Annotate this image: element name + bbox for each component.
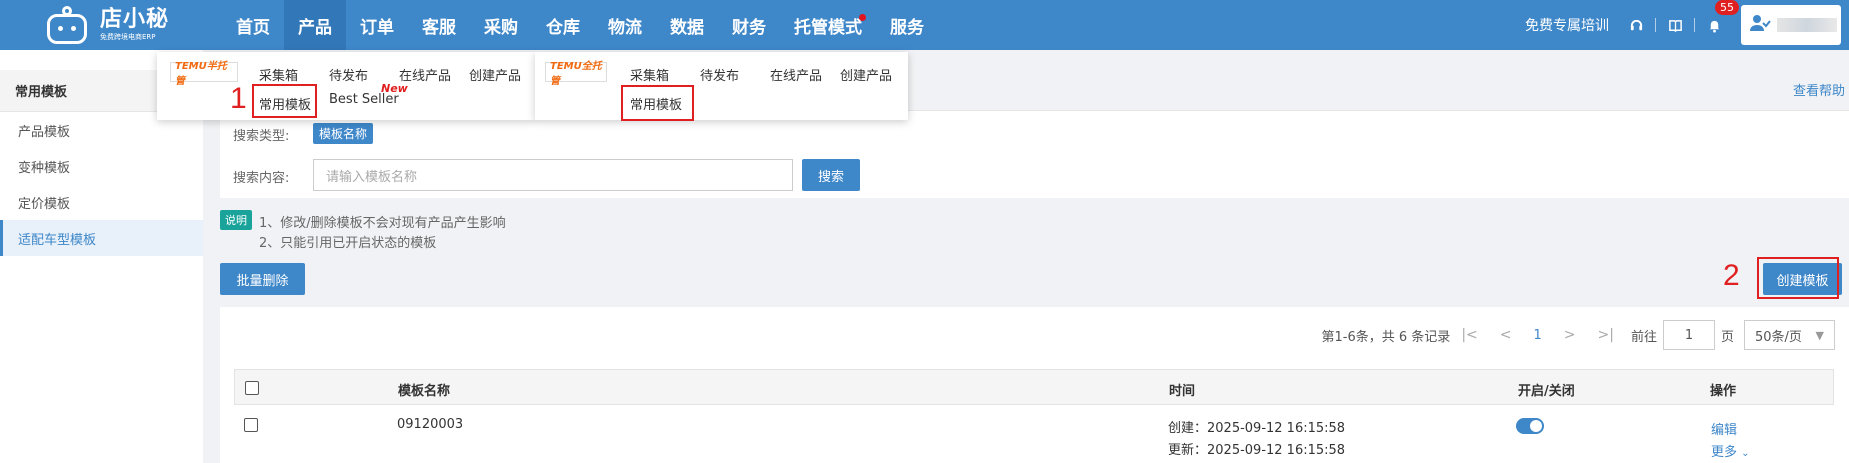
book-icon[interactable] bbox=[1666, 16, 1684, 34]
row-template-name: 09120003 bbox=[397, 417, 464, 432]
nav-orders[interactable]: 订单 bbox=[346, 0, 408, 50]
search-input[interactable]: 请输入模板名称 bbox=[313, 159, 793, 191]
search-content-label: 搜索内容: bbox=[233, 171, 290, 186]
nav-hosting-mode-label: 托管模式 bbox=[794, 17, 862, 38]
logo-subtitle: 免费跨境电商ERP bbox=[100, 33, 156, 41]
sidebar-item-variant-template[interactable]: 变种模板 bbox=[0, 148, 203, 184]
highlight-box-common-templates-1 bbox=[252, 84, 317, 118]
chevron-down-icon: ▼ bbox=[1815, 328, 1824, 342]
highlight-box-create bbox=[1757, 257, 1839, 299]
batch-delete-button[interactable]: 批量删除 bbox=[220, 263, 305, 295]
nav-hosting-mode[interactable]: 托管模式 bbox=[780, 0, 876, 50]
nav-data[interactable]: 数据 bbox=[656, 0, 718, 50]
next-page-icon[interactable]: > bbox=[1564, 327, 1576, 343]
row-edit-link[interactable]: 编辑 bbox=[1711, 419, 1737, 438]
page-unit-label: 页 bbox=[1720, 329, 1734, 345]
username-obscured bbox=[1777, 18, 1837, 32]
main-nav: 首页 产品 订单 客服 采购 仓库 物流 数据 财务 托管模式 服务 bbox=[222, 0, 938, 50]
pagination: 第1-6条，共 6 条记录 |< < 1 > >| 前往 1 页 50条/页 ▼ bbox=[1322, 320, 1835, 350]
robot-logo-icon bbox=[44, 6, 90, 44]
nav-home[interactable]: 首页 bbox=[222, 0, 284, 50]
nav-services[interactable]: 服务 bbox=[876, 0, 938, 50]
last-page-icon[interactable]: >| bbox=[1598, 327, 1614, 343]
col-actions: 操作 bbox=[1710, 384, 1737, 399]
nav-purchase[interactable]: 采购 bbox=[470, 0, 532, 50]
new-dot-indicator bbox=[859, 14, 866, 21]
row-more-label: 更多 bbox=[1711, 445, 1738, 460]
search-panel: 搜索类型: 模板名称 搜索内容: 请输入模板名称 搜索 bbox=[220, 110, 1849, 198]
search-button[interactable]: 搜索 bbox=[802, 159, 860, 191]
note-tag: 说明 bbox=[220, 210, 252, 230]
prev-page-icon[interactable]: < bbox=[1500, 327, 1512, 343]
row-updated-time: 更新：2025-09-12 16:15:58 bbox=[1168, 443, 1346, 458]
current-page[interactable]: 1 bbox=[1534, 328, 1542, 343]
step-marker-1: 1 bbox=[230, 82, 247, 115]
new-badge: New bbox=[381, 82, 408, 95]
top-right-tools: 免费专属培训 55 bbox=[1525, 0, 1849, 50]
col-time: 时间 bbox=[1169, 384, 1196, 399]
menu-item-collect-box[interactable]: 采集箱 bbox=[630, 65, 669, 84]
col-template-name: 模板名称 bbox=[398, 384, 451, 399]
row-enable-toggle[interactable] bbox=[1516, 418, 1544, 434]
search-type-chip[interactable]: 模板名称 bbox=[313, 123, 374, 144]
bell-icon[interactable]: 55 bbox=[1705, 0, 1739, 34]
note-line-2: 2、只能引用已开启状态的模板 bbox=[259, 236, 437, 251]
logo-title: 店小秘 bbox=[100, 7, 170, 32]
highlight-box-common-templates-2 bbox=[621, 85, 694, 121]
user-avatar-icon bbox=[1749, 14, 1771, 37]
pagination-summary: 第1-6条，共 6 条记录 bbox=[1321, 329, 1451, 345]
temu-half-logo: TEMU半托管 bbox=[170, 61, 238, 87]
menu-item-pending-publish[interactable]: 待发布 bbox=[329, 65, 368, 84]
row-more-link[interactable]: 更多 ⌄ bbox=[1711, 441, 1750, 460]
divider bbox=[1655, 18, 1656, 32]
page-size-value: 50条/页 bbox=[1755, 329, 1802, 345]
row-checkbox[interactable] bbox=[244, 418, 258, 432]
help-link[interactable]: 查看帮助 bbox=[1793, 80, 1845, 99]
top-nav-bar: 店小秘 免费跨境电商ERP 首页 产品 订单 客服 采购 仓库 物流 数据 财务… bbox=[0, 0, 1849, 50]
nav-finance[interactable]: 财务 bbox=[718, 0, 780, 50]
sidebar-item-vehicle-fit-template[interactable]: 适配车型模板 bbox=[0, 220, 203, 256]
row-created-time: 创建：2025-09-12 16:15:58 bbox=[1168, 421, 1346, 436]
search-type-label: 搜索类型: bbox=[233, 129, 290, 144]
first-page-icon[interactable]: |< bbox=[1461, 327, 1477, 343]
menu-item-create-product[interactable]: 创建产品 bbox=[840, 65, 892, 84]
notification-badge: 55 bbox=[1715, 0, 1739, 15]
sidebar-item-pricing-template[interactable]: 定价模板 bbox=[0, 184, 203, 220]
col-toggle: 开启/关闭 bbox=[1518, 384, 1575, 399]
temu-full-logo: TEMU全托管 bbox=[545, 61, 607, 87]
select-all-checkbox[interactable] bbox=[245, 381, 259, 395]
menu-item-online-products[interactable]: 在线产品 bbox=[770, 65, 822, 84]
training-link[interactable]: 免费专属培训 bbox=[1525, 15, 1609, 35]
nav-products[interactable]: 产品 bbox=[284, 0, 346, 50]
divider bbox=[1694, 18, 1695, 32]
note-line-1: 1、修改/删除模板不会对现有产品产生影响 bbox=[259, 216, 506, 231]
menu-item-collect-box[interactable]: 采集箱 bbox=[259, 65, 298, 84]
app-logo[interactable]: 店小秘 免费跨境电商ERP bbox=[44, 0, 169, 50]
chevron-down-icon: ⌄ bbox=[1741, 448, 1750, 459]
dropdown-temu-full: TEMU全托管 采集箱 待发布 在线产品 创建产品 常用模板 bbox=[535, 52, 908, 120]
headset-icon[interactable] bbox=[1627, 16, 1645, 34]
goto-label: 前往 bbox=[1630, 329, 1657, 345]
user-menu[interactable] bbox=[1741, 5, 1841, 45]
table-header: 模板名称 时间 开启/关闭 操作 bbox=[234, 369, 1834, 405]
menu-item-pending-publish[interactable]: 待发布 bbox=[700, 65, 739, 84]
nav-logistics[interactable]: 物流 bbox=[594, 0, 656, 50]
nav-warehouse[interactable]: 仓库 bbox=[532, 0, 594, 50]
nav-customer-service[interactable]: 客服 bbox=[408, 0, 470, 50]
menu-item-create-product[interactable]: 创建产品 bbox=[469, 65, 521, 84]
dropdown-temu-half: TEMU半托管 采集箱 待发布 在线产品 创建产品 常用模板 Best Sell… bbox=[157, 52, 535, 120]
step-marker-2: 2 bbox=[1723, 259, 1740, 292]
page-size-select[interactable]: 50条/页 ▼ bbox=[1744, 320, 1835, 350]
goto-page-input[interactable]: 1 bbox=[1662, 320, 1715, 350]
